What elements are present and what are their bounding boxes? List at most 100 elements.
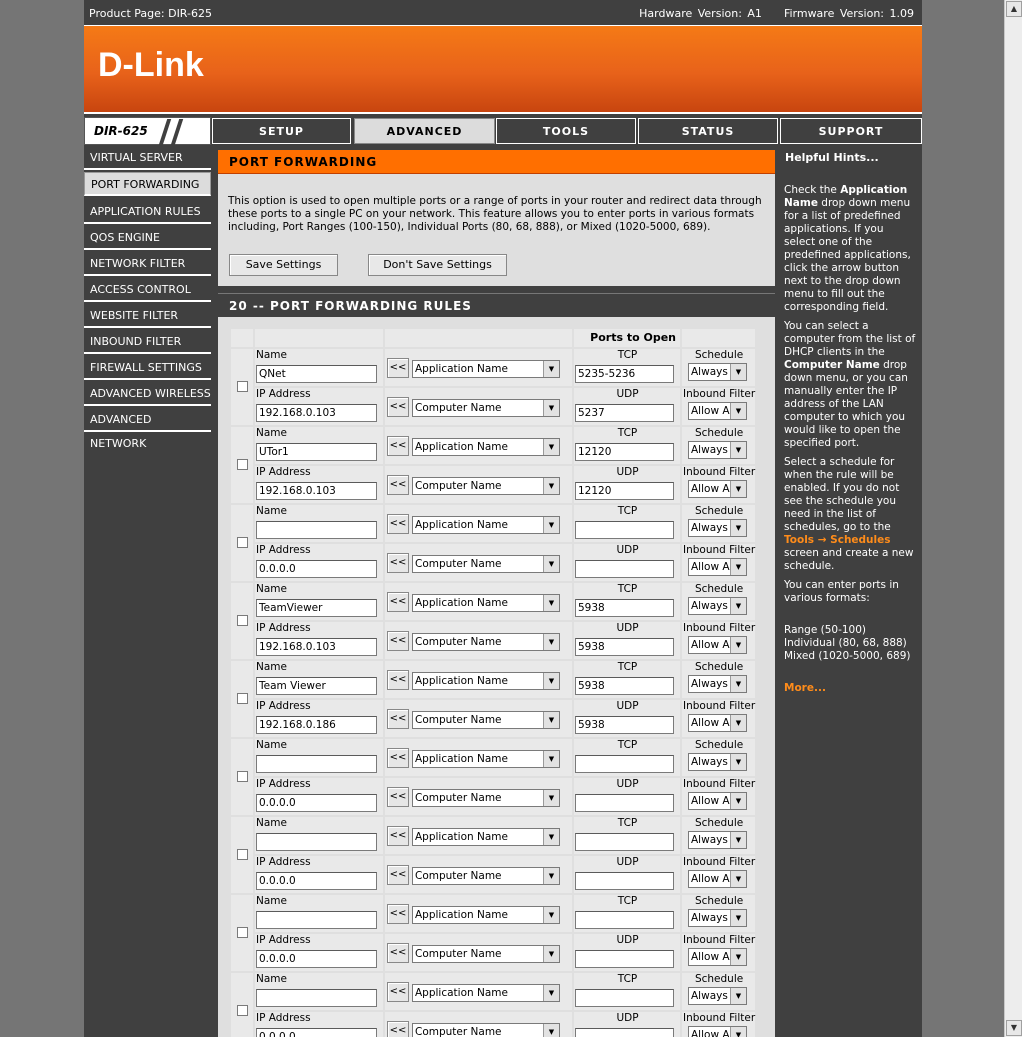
sidebar-item-advanced-wireless[interactable]: ADVANCED WIRELESS — [84, 382, 211, 406]
tcp-ports-input[interactable] — [575, 521, 674, 539]
application-name-select[interactable]: Application Name ▼ — [412, 828, 560, 846]
tcp-ports-input[interactable] — [575, 989, 674, 1007]
rule-enable-checkbox[interactable] — [236, 459, 248, 470]
computer-name-select[interactable]: Computer Name ▼ — [412, 945, 560, 963]
tcp-ports-input[interactable] — [575, 911, 674, 929]
window-scrollbar[interactable]: ▲ ▼ — [1004, 0, 1022, 1037]
rule-name-input[interactable] — [256, 989, 377, 1007]
udp-ports-input[interactable]: 5237 — [575, 404, 674, 422]
schedule-select[interactable]: Always ▼ — [688, 519, 747, 537]
ip-address-input[interactable]: 192.168.0.186 — [256, 716, 377, 734]
schedule-select[interactable]: Always ▼ — [688, 363, 747, 381]
sidebar-item-port-forwarding[interactable]: PORT FORWARDING — [84, 172, 211, 196]
tcp-ports-input[interactable]: 5938 — [575, 677, 674, 695]
scroll-up-icon[interactable]: ▲ — [1006, 1, 1022, 17]
fill-computer-button[interactable]: << — [387, 397, 409, 417]
rule-name-input[interactable]: UTor1 — [256, 443, 377, 461]
schedule-select[interactable]: Always ▼ — [688, 987, 747, 1005]
udp-ports-input[interactable] — [575, 872, 674, 890]
rule-name-input[interactable]: Team Viewer — [256, 677, 377, 695]
save-settings-button[interactable]: Save Settings — [229, 254, 338, 276]
computer-name-select[interactable]: Computer Name ▼ — [412, 399, 560, 417]
udp-ports-input[interactable]: 5938 — [575, 716, 674, 734]
inbound-filter-select[interactable]: Allow All ▼ — [688, 480, 747, 498]
fill-computer-button[interactable]: << — [387, 865, 409, 885]
schedule-select[interactable]: Always ▼ — [688, 909, 747, 927]
tcp-ports-input[interactable]: 5235-5236 — [575, 365, 674, 383]
schedule-select[interactable]: Always ▼ — [688, 831, 747, 849]
tcp-ports-input[interactable]: 5938 — [575, 599, 674, 617]
rule-name-input[interactable] — [256, 521, 377, 539]
tcp-ports-input[interactable] — [575, 833, 674, 851]
fill-application-button[interactable]: << — [387, 826, 409, 846]
tcp-ports-input[interactable]: 12120 — [575, 443, 674, 461]
application-name-select[interactable]: Application Name ▼ — [412, 984, 560, 1002]
computer-name-select[interactable]: Computer Name ▼ — [412, 789, 560, 807]
ip-address-input[interactable]: 0.0.0.0 — [256, 1028, 377, 1037]
rule-name-input[interactable]: QNet — [256, 365, 377, 383]
udp-ports-input[interactable]: 12120 — [575, 482, 674, 500]
tab-setup[interactable]: SETUP — [212, 118, 351, 144]
inbound-filter-select[interactable]: Allow All ▼ — [688, 402, 747, 420]
fill-computer-button[interactable]: << — [387, 709, 409, 729]
schedule-select[interactable]: Always ▼ — [688, 597, 747, 615]
rule-enable-checkbox[interactable] — [236, 771, 248, 782]
computer-name-select[interactable]: Computer Name ▼ — [412, 867, 560, 885]
fill-application-button[interactable]: << — [387, 436, 409, 456]
sidebar-item-virtual-server[interactable]: VIRTUAL SERVER — [84, 146, 211, 170]
inbound-filter-select[interactable]: Allow All ▼ — [688, 792, 747, 810]
udp-ports-input[interactable] — [575, 950, 674, 968]
rule-enable-checkbox[interactable] — [236, 693, 248, 704]
sidebar-item-inbound-filter[interactable]: INBOUND FILTER — [84, 330, 211, 354]
application-name-select[interactable]: Application Name ▼ — [412, 906, 560, 924]
rule-name-input[interactable] — [256, 755, 377, 773]
rule-name-input[interactable] — [256, 833, 377, 851]
ip-address-input[interactable]: 192.168.0.103 — [256, 482, 377, 500]
sidebar-item-advanced-network[interactable]: ADVANCED NETWORK — [84, 408, 211, 450]
application-name-select[interactable]: Application Name ▼ — [412, 438, 560, 456]
tab-tools[interactable]: TOOLS — [496, 118, 636, 144]
schedule-select[interactable]: Always ▼ — [688, 441, 747, 459]
computer-name-select[interactable]: Computer Name ▼ — [412, 477, 560, 495]
fill-application-button[interactable]: << — [387, 904, 409, 924]
inbound-filter-select[interactable]: Allow All ▼ — [688, 870, 747, 888]
application-name-select[interactable]: Application Name ▼ — [412, 750, 560, 768]
udp-ports-input[interactable] — [575, 1028, 674, 1037]
inbound-filter-select[interactable]: Allow All ▼ — [688, 714, 747, 732]
inbound-filter-select[interactable]: Allow All ▼ — [688, 558, 747, 576]
fill-application-button[interactable]: << — [387, 670, 409, 690]
rule-name-input[interactable]: TeamViewer — [256, 599, 377, 617]
more-hints-link[interactable]: More... — [784, 682, 916, 695]
fill-application-button[interactable]: << — [387, 514, 409, 534]
computer-name-select[interactable]: Computer Name ▼ — [412, 711, 560, 729]
fill-computer-button[interactable]: << — [387, 1021, 409, 1037]
scroll-down-icon[interactable]: ▼ — [1006, 1020, 1022, 1036]
fill-computer-button[interactable]: << — [387, 553, 409, 573]
rule-enable-checkbox[interactable] — [236, 1005, 248, 1016]
computer-name-select[interactable]: Computer Name ▼ — [412, 633, 560, 651]
application-name-select[interactable]: Application Name ▼ — [412, 360, 560, 378]
udp-ports-input[interactable]: 5938 — [575, 638, 674, 656]
ip-address-input[interactable]: 0.0.0.0 — [256, 950, 377, 968]
sidebar-item-network-filter[interactable]: NETWORK FILTER — [84, 252, 211, 276]
ip-address-input[interactable]: 192.168.0.103 — [256, 404, 377, 422]
rule-enable-checkbox[interactable] — [236, 615, 248, 626]
sidebar-item-firewall-settings[interactable]: FIREWALL SETTINGS — [84, 356, 211, 380]
ip-address-input[interactable]: 0.0.0.0 — [256, 872, 377, 890]
rule-enable-checkbox[interactable] — [236, 537, 248, 548]
fill-application-button[interactable]: << — [387, 592, 409, 612]
inbound-filter-select[interactable]: Allow All ▼ — [688, 1026, 747, 1037]
sidebar-item-qos-engine[interactable]: QOS ENGINE — [84, 226, 211, 250]
dont-save-settings-button[interactable]: Don't Save Settings — [368, 254, 507, 276]
inbound-filter-select[interactable]: Allow All ▼ — [688, 636, 747, 654]
application-name-select[interactable]: Application Name ▼ — [412, 672, 560, 690]
ip-address-input[interactable]: 0.0.0.0 — [256, 560, 377, 578]
rule-enable-checkbox[interactable] — [236, 927, 248, 938]
computer-name-select[interactable]: Computer Name ▼ — [412, 1023, 560, 1037]
ip-address-input[interactable]: 0.0.0.0 — [256, 794, 377, 812]
ip-address-input[interactable]: 192.168.0.103 — [256, 638, 377, 656]
rule-enable-checkbox[interactable] — [236, 381, 248, 392]
sidebar-item-application-rules[interactable]: APPLICATION RULES — [84, 200, 211, 224]
fill-computer-button[interactable]: << — [387, 787, 409, 807]
sidebar-item-website-filter[interactable]: WEBSITE FILTER — [84, 304, 211, 328]
